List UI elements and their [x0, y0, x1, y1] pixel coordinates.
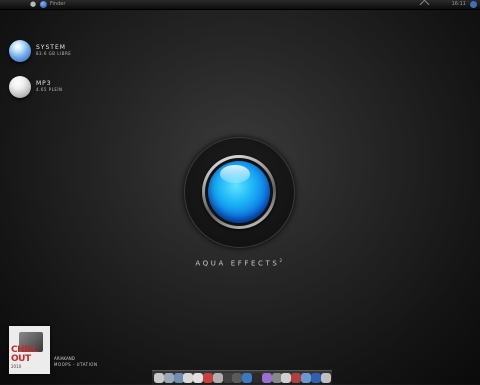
dock	[152, 370, 332, 385]
app-icon[interactable]	[252, 373, 262, 383]
mail-icon[interactable]	[163, 373, 174, 383]
finder-icon[interactable]	[154, 373, 164, 383]
folder-icon[interactable]	[281, 373, 292, 383]
desktop-icon-sublabel: 4.65 PLEIN	[36, 87, 63, 92]
media-icon[interactable]	[212, 373, 223, 383]
aqua-orb-highlight	[220, 165, 250, 183]
itunes-icon[interactable]	[183, 373, 194, 383]
app-icon[interactable]	[310, 373, 321, 383]
drive-icon[interactable]	[9, 40, 31, 62]
brand-superscript: 2	[279, 258, 285, 263]
desktop-icon-sublabel: 83.6 GB LIBRE	[36, 51, 72, 56]
trash-icon[interactable]	[320, 373, 331, 383]
app-icon[interactable]	[301, 373, 311, 383]
drive-icon[interactable]	[9, 76, 31, 98]
app-icon[interactable]	[222, 373, 233, 383]
app-icon[interactable]	[291, 373, 302, 383]
brand-name: AQUA EFFECTS	[195, 259, 280, 268]
brand-text: AQUA EFFECTS2	[160, 258, 320, 267]
app-icon[interactable]	[271, 373, 282, 383]
desktop-icon-label: MP3	[36, 80, 52, 87]
wifi-icon[interactable]	[419, 0, 430, 10]
desktop-icon-system[interactable]: SYSTEM 83.6 GB LIBRE	[9, 40, 119, 68]
spotlight-icon[interactable]	[470, 1, 477, 8]
menu-bar: ● Finder 16:11	[0, 0, 480, 10]
finder-icon[interactable]	[40, 1, 47, 8]
desktop-icon-mp3[interactable]: MP3 4.65 PLEIN	[9, 76, 119, 104]
now-playing-track: MOOPS - UTATION	[54, 362, 98, 367]
clock[interactable]: 16:11	[452, 0, 466, 9]
globe-icon[interactable]	[242, 373, 253, 383]
app-icon[interactable]	[232, 373, 243, 383]
safari-icon[interactable]	[173, 373, 184, 383]
album-year: 2010	[11, 364, 22, 369]
chat-icon[interactable]	[193, 373, 204, 383]
photo-icon[interactable]	[203, 373, 213, 383]
apple-menu-icon[interactable]: ●	[30, 1, 37, 8]
album-title-line2: OUT	[11, 354, 31, 364]
now-playing: ARIAKAND MOOPS - UTATION	[54, 356, 97, 368]
app-menu-label[interactable]: Finder	[50, 0, 65, 9]
music-icon[interactable]	[261, 373, 272, 383]
album-cover[interactable]: CHILL OUT 2010	[9, 326, 50, 374]
desktop-icon-label: SYSTEM	[36, 44, 66, 51]
